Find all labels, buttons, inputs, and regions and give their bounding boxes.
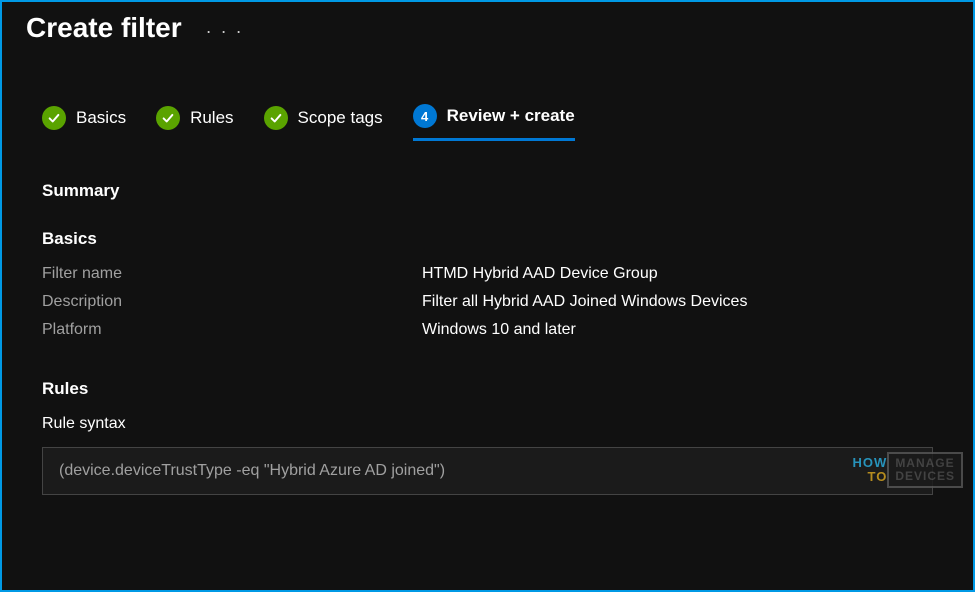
step-rules[interactable]: Rules [156,104,233,141]
watermark: HOW TO MANAGE DEVICES [853,452,963,488]
field-row-description: Description Filter all Hybrid AAD Joined… [42,293,933,311]
rules-heading: Rules [42,379,933,399]
check-icon [264,106,288,130]
page-title: Create filter [26,12,182,44]
step-label: Rules [190,108,233,128]
watermark-howto: HOW TO [853,456,888,484]
filter-name-label: Filter name [42,265,422,283]
wizard-steps: Basics Rules Scope tags 4 Review + creat… [2,44,973,151]
filter-name-value: HTMD Hybrid AAD Device Group [422,265,658,283]
check-icon [42,106,66,130]
step-label: Review + create [447,106,575,126]
step-label: Basics [76,108,126,128]
watermark-manage-devices: MANAGE DEVICES [887,452,963,488]
platform-label: Platform [42,321,422,339]
step-review-create[interactable]: 4 Review + create [413,104,575,141]
basics-heading: Basics [42,229,933,249]
field-row-platform: Platform Windows 10 and later [42,321,933,339]
rule-syntax-box: (device.deviceTrustType -eq "Hybrid Azur… [42,447,933,495]
step-label: Scope tags [298,108,383,128]
content-area: Summary Basics Filter name HTMD Hybrid A… [2,151,973,495]
step-scope-tags[interactable]: Scope tags [264,104,383,141]
summary-heading: Summary [42,181,933,201]
more-icon[interactable]: · · · [206,15,244,42]
description-label: Description [42,293,422,311]
platform-value: Windows 10 and later [422,321,576,339]
step-number-icon: 4 [413,104,437,128]
rule-syntax-label: Rule syntax [42,415,933,433]
step-basics[interactable]: Basics [42,104,126,141]
check-icon [156,106,180,130]
description-value: Filter all Hybrid AAD Joined Windows Dev… [422,293,747,311]
field-row-filter-name: Filter name HTMD Hybrid AAD Device Group [42,265,933,283]
